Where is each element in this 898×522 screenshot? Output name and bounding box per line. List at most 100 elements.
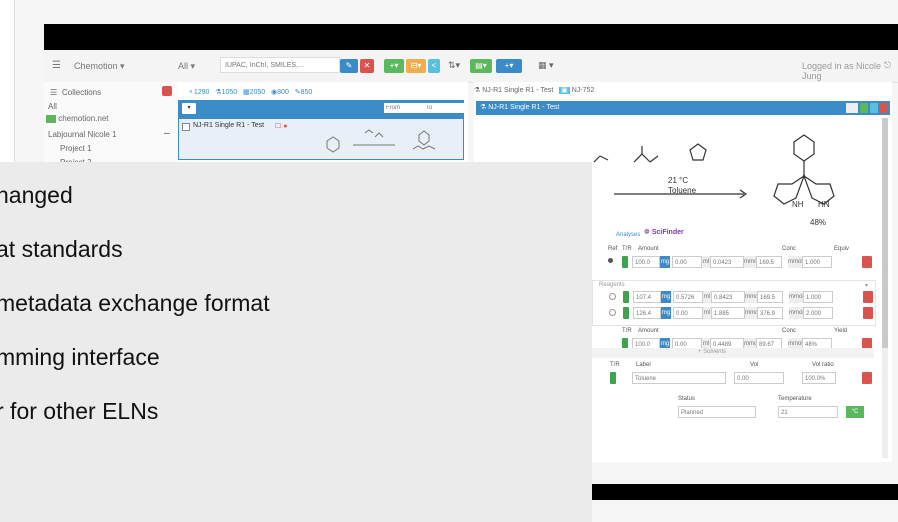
col-vol: Vol	[750, 362, 759, 368]
import-export-button[interactable]: ⇅▾	[448, 60, 460, 71]
detail-menu-button[interactable]	[846, 103, 858, 113]
target-real-toggle[interactable]	[610, 372, 616, 384]
volume-field[interactable]: 0.5726	[673, 291, 703, 303]
tab-sample-detail[interactable]: NJ-752	[572, 87, 595, 94]
scifinder-button[interactable]: ❁ SciFinder	[644, 228, 684, 236]
status-label: Status	[678, 396, 696, 402]
conc-field[interactable]: 169.5	[757, 291, 783, 303]
mol-field[interactable]: 0.0423	[710, 256, 744, 268]
mol-unit[interactable]: mmol	[745, 307, 760, 319]
col-label: Label	[636, 362, 651, 368]
brand-dropdown[interactable]: Chemotion ▾	[74, 61, 125, 72]
unit-button[interactable]: mg	[661, 291, 671, 303]
conc-unit[interactable]: mmol/l	[789, 291, 807, 303]
conc-field[interactable]: 376.9	[757, 307, 783, 319]
solvent-volume-field[interactable]: 0.00	[734, 372, 784, 384]
tab-screens[interactable]: ◉800	[271, 89, 289, 96]
detail-header: ⚗ NJ-R1 Single R1 - Test	[476, 101, 890, 115]
solvents-toggle-label: + Solvents	[698, 349, 727, 355]
reagents-dropdown-icon[interactable]: ▾	[865, 282, 868, 289]
amount-field[interactable]: 107.4	[633, 291, 661, 303]
volume-unit[interactable]: ml	[703, 307, 711, 319]
mol-unit[interactable]: mmol	[744, 256, 759, 268]
remove-solvent-button[interactable]	[862, 372, 872, 384]
mol-field[interactable]: 1.885	[711, 307, 745, 319]
amount-field[interactable]: 100.0	[632, 256, 660, 268]
sidebar-item-project-1[interactable]: Project 1	[60, 144, 92, 153]
detail-save-button[interactable]	[860, 103, 868, 113]
reference-radio[interactable]	[609, 309, 616, 316]
target-real-toggle[interactable]	[623, 307, 629, 319]
mol-unit[interactable]: mmol	[745, 291, 760, 303]
logout-icon[interactable]: ⎋	[884, 60, 891, 71]
tab-samples[interactable]: ⚬1290	[188, 89, 209, 96]
tab-label: 2050	[249, 89, 266, 96]
unit-button[interactable]: mg	[661, 307, 671, 319]
solvent-label-field[interactable]: Toluene	[632, 372, 726, 384]
list-filter-bar: ▾	[178, 100, 464, 118]
tab-reaction-detail[interactable]: ⚗ NJ-R1 Single R1 - Test	[474, 87, 553, 94]
solvents-toggle-bar[interactable]: + Solvents	[592, 348, 874, 358]
sidebar-item-all[interactable]: All	[48, 102, 57, 111]
target-real-toggle[interactable]	[622, 256, 628, 268]
sidebar-item-chemotion-net[interactable]: chemotion.net	[46, 114, 109, 123]
tab-research-plans[interactable]: ✎850	[295, 89, 313, 96]
share-button[interactable]: <	[428, 59, 440, 73]
collection-settings-button[interactable]	[162, 86, 172, 96]
volume-field[interactable]: 0.00	[672, 256, 702, 268]
date-to-input[interactable]	[424, 103, 464, 113]
conc-unit[interactable]: mmol/l	[789, 307, 807, 319]
date-from-input[interactable]	[384, 103, 426, 113]
conc-field[interactable]: 169.5	[756, 256, 782, 268]
remove-material-button[interactable]	[863, 307, 873, 319]
overlay-line-3: metadata exchange format	[0, 290, 270, 316]
conc-unit[interactable]: mmol/l	[788, 256, 806, 268]
detail-close-button[interactable]	[880, 103, 888, 113]
remove-material-button[interactable]	[862, 256, 872, 268]
search-input[interactable]	[220, 57, 340, 73]
scrollbar-thumb[interactable]	[882, 118, 888, 348]
search-scope-dropdown[interactable]: All ▾	[178, 61, 195, 72]
reference-radio[interactable]	[608, 258, 613, 263]
collapse-icon[interactable]: –	[164, 128, 170, 139]
detail-expand-button[interactable]	[870, 103, 878, 113]
add-button[interactable]: +▾	[384, 59, 404, 73]
target-real-toggle[interactable]	[623, 291, 629, 303]
equiv-field[interactable]: 1.000	[802, 256, 832, 268]
tab-wellplates[interactable]: ▦2050	[243, 89, 265, 96]
mol-field[interactable]: 0.8423	[711, 291, 745, 303]
temperature-unit-button[interactable]: °C	[846, 406, 864, 418]
equiv-field[interactable]: 2.000	[803, 307, 833, 319]
tab-label: 800	[277, 89, 289, 96]
select-all-dropdown[interactable]: ▾	[182, 103, 196, 114]
remove-button[interactable]: ⊟▾	[406, 59, 426, 73]
status-select[interactable]: Planned	[678, 406, 756, 418]
new-element-button[interactable]: +▾	[496, 59, 522, 73]
view-switch-button[interactable]: ▦ ▾	[538, 60, 554, 71]
amount-field[interactable]: 126.4	[633, 307, 661, 319]
search-button[interactable]: ✎	[340, 59, 358, 73]
detail-scrollbar[interactable]	[882, 118, 888, 458]
temperature-field[interactable]: 21	[778, 406, 838, 418]
volume-unit[interactable]: ml	[702, 256, 710, 268]
volume-field[interactable]: 0.00	[673, 307, 703, 319]
report-button[interactable]: ▤▾	[470, 59, 492, 73]
clear-search-button[interactable]: ✕	[360, 59, 374, 73]
tab-reactions[interactable]: ⚗1050	[215, 89, 237, 96]
sample-icon: ▣	[559, 87, 570, 94]
list-item-title: NJ-R1 Single R1 - Test	[193, 122, 265, 129]
reference-radio[interactable]	[609, 293, 616, 300]
volume-unit[interactable]: ml	[703, 291, 711, 303]
sidebar-item-labjournal[interactable]: Labjournal Nicole 1	[48, 130, 117, 139]
slide-text-overlay: hanged at standards metadata exchange fo…	[0, 162, 592, 522]
overlay-line-4: mming interface	[0, 344, 160, 370]
status-icon: ☐ ●	[275, 123, 288, 130]
equiv-field[interactable]: 1.000	[803, 291, 833, 303]
solvent-ratio-field[interactable]: 100.0%	[802, 372, 836, 384]
unit-button[interactable]: mg	[660, 256, 670, 268]
remove-material-button[interactable]	[863, 291, 873, 303]
tab-analyses[interactable]: Analyses	[616, 232, 640, 238]
list-item-checkbox[interactable]	[182, 123, 190, 131]
menu-icon[interactable]: ☰	[52, 60, 61, 71]
list-item[interactable]: NJ-R1 Single R1 - Test ☐ ●	[178, 118, 464, 160]
